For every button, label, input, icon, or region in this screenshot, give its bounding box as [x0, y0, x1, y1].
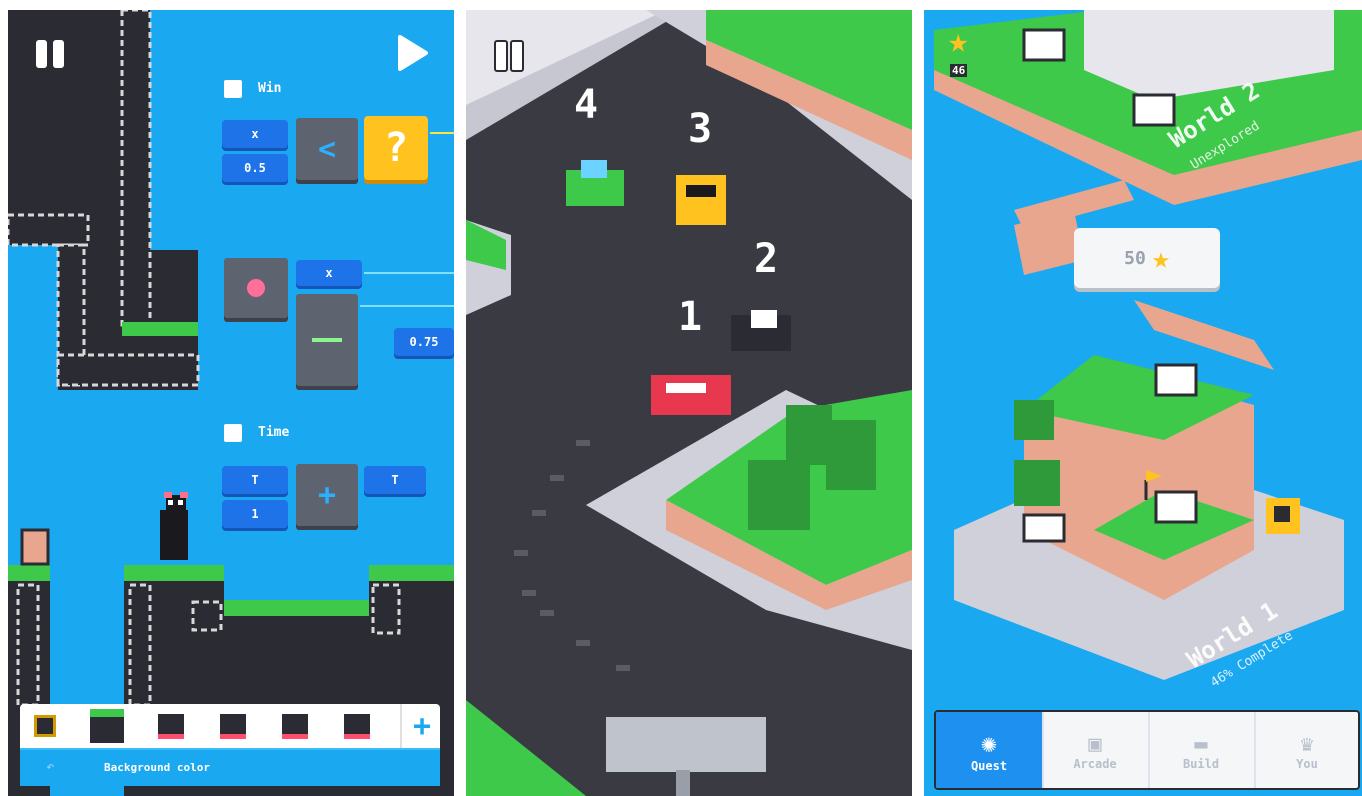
player-character-icon	[160, 492, 188, 560]
tab-build[interactable]: ▬ Build	[1148, 712, 1256, 788]
position-label-3: 3	[688, 106, 713, 152]
bottom-tab-bar: ✺ Quest ▣ Arcade ▬ Build ♛ You	[934, 710, 1360, 790]
less-than-block[interactable]: <	[296, 118, 358, 180]
world-map-panel: ★ 46 World 2 Unexplored 50 ★ World 1 46%…	[924, 10, 1362, 796]
time-label: Time	[258, 425, 290, 440]
unlock-cost-badge[interactable]: 50 ★	[1074, 228, 1220, 288]
wire	[364, 272, 454, 274]
tab-arcade[interactable]: ▣ Arcade	[1042, 712, 1150, 788]
green-car-icon	[566, 160, 624, 206]
position-label-2: 2	[754, 236, 779, 282]
race-panel: 4 3 2 1	[466, 10, 912, 796]
wire	[430, 132, 454, 134]
t-variable-block[interactable]: T	[222, 466, 288, 494]
play-icon[interactable]	[396, 35, 430, 71]
cost-value: 50	[1124, 247, 1146, 269]
value-block-05[interactable]: 0.5	[222, 154, 288, 182]
position-label-4: 4	[574, 82, 599, 128]
value-block-075[interactable]: 0.75	[394, 328, 454, 356]
background-color-label: Background color	[104, 761, 210, 774]
enemy-tile-icon[interactable]	[278, 709, 312, 743]
x-variable-block-2[interactable]: x	[296, 260, 362, 286]
enemy-tile-icon[interactable]	[216, 709, 250, 743]
win-label: Win	[258, 81, 282, 96]
quest-icon: ✺	[981, 729, 997, 759]
star-icon: ★	[948, 21, 969, 61]
build-icon: ▬	[1194, 731, 1208, 757]
white-car-icon	[731, 310, 791, 351]
plus-block[interactable]: +	[296, 464, 358, 526]
question-block[interactable]: ?	[364, 116, 428, 180]
red-car-icon	[651, 375, 731, 415]
tab-you[interactable]: ♛ You	[1254, 712, 1358, 788]
tab-build-label: Build	[1182, 756, 1220, 771]
sensor-block[interactable]	[224, 258, 288, 318]
slider-block[interactable]	[296, 294, 358, 386]
add-tile-button[interactable]: +	[400, 704, 442, 748]
time-checkbox[interactable]	[224, 424, 242, 442]
undo-icon[interactable]: ↶	[46, 759, 54, 775]
star-icon: ★	[1151, 240, 1170, 276]
pause-icon[interactable]	[36, 40, 66, 68]
tab-quest[interactable]: ✺ Quest	[936, 712, 1044, 788]
background-color-bar[interactable]: ↶ Background color	[20, 748, 440, 786]
world-map	[934, 10, 1362, 680]
wire	[360, 305, 454, 307]
tile-palette: +	[20, 704, 440, 748]
enemy-tile-icon[interactable]	[154, 709, 188, 743]
arcade-icon: ▣	[1088, 731, 1102, 757]
star-count: 46	[950, 64, 968, 77]
position-label-1: 1	[678, 294, 703, 340]
value-block-1[interactable]: 1	[222, 500, 288, 528]
enemy-tile-icon[interactable]	[340, 709, 374, 743]
yellow-car-icon	[676, 175, 726, 225]
pause-icon[interactable]	[494, 40, 524, 72]
crown-icon: ♛	[1300, 731, 1314, 757]
grass-tile-icon[interactable]	[90, 709, 124, 743]
tab-you-label: You	[1296, 756, 1318, 771]
editor-panel: Win x 0.5 < ? x 0.75 Time T 1 + T + ↶ Ba…	[8, 10, 454, 796]
win-checkbox[interactable]	[224, 80, 242, 98]
tab-arcade-label: Arcade	[1073, 756, 1117, 771]
block-tile-icon[interactable]	[28, 709, 62, 743]
star-counter: ★ 46	[944, 24, 994, 84]
tab-quest-label: Quest	[970, 759, 1008, 773]
x-variable-block[interactable]: x	[222, 120, 288, 148]
t-output-block[interactable]: T	[364, 466, 426, 494]
